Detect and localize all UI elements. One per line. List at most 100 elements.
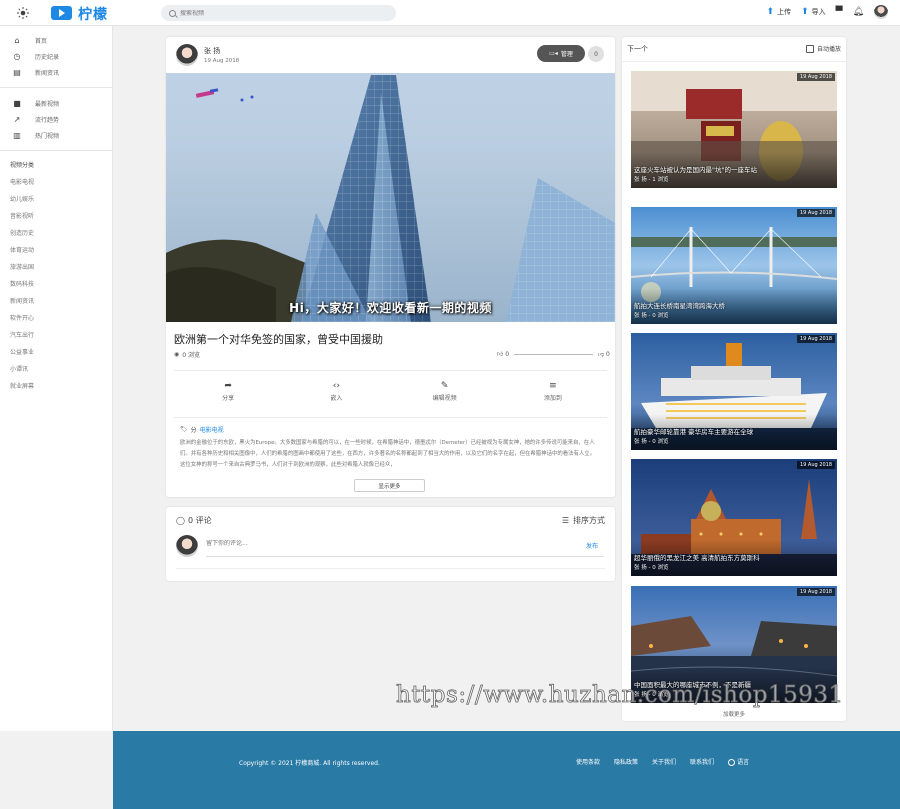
globe-icon (728, 759, 736, 766)
video-thumbnail[interactable]: 19 Aug 2018 航拍大连长桥南星湾湾跨海大桥张 扬 - 0 浏览 (631, 207, 837, 324)
dislike-count: 0 (606, 351, 610, 358)
copyright: Copyright © 2021 柠檬商城. All rights reserv… (239, 760, 380, 767)
footer-link[interactable]: 隐私政策 (614, 757, 638, 766)
category-item[interactable]: 小谭讯 (0, 361, 112, 378)
footer-link[interactable]: 关于我们 (652, 757, 676, 766)
eye-icon: ◉ (174, 351, 180, 358)
autoplay-toggle[interactable]: 自动播放 (805, 44, 841, 53)
search-input[interactable] (180, 9, 380, 17)
messages-icon[interactable]: ▀ (836, 7, 843, 17)
thumbnail-title[interactable]: 航拍大连长桥南星湾湾跨海大桥 (634, 300, 725, 310)
author-name[interactable]: 张 扬 (204, 46, 239, 56)
upload-button[interactable]: ⬆ 上传 (767, 7, 792, 17)
footer-link[interactable]: 联系我们 (690, 757, 714, 766)
tag-icon: 🏷︎ (180, 426, 188, 433)
footer-links: 使用条款 隐私政策 关于我们 联系我们 语言 (576, 757, 749, 766)
action-label: 添加到 (543, 395, 562, 402)
thumbs-up-icon: 👍︎ (497, 351, 504, 358)
thumbnail-date: 19 Aug 2018 (796, 461, 835, 469)
notification-bell-icon[interactable]: 🔔︎ (853, 7, 864, 17)
action-label: 嵌入 (330, 395, 343, 402)
thumbnail-title[interactable]: 航拍豪华邮轮靠港 豪华房车主要游在全球 (634, 426, 753, 436)
author-avatar[interactable] (176, 44, 198, 66)
category-item[interactable]: 就业屏幕 (0, 378, 112, 395)
category-title: 视频分类 (10, 162, 35, 169)
thumbs-down-icon: 👎︎ (598, 351, 605, 358)
load-more-button[interactable]: 加载更多 (622, 710, 846, 718)
category-item[interactable]: 新闻资讯 (0, 293, 112, 310)
watermark: https://www.huzhan.com/ishop15931 (396, 682, 844, 709)
news-icon: ▤ (13, 67, 21, 77)
category-item[interactable]: 电影电视 (0, 174, 112, 191)
up-next-title: 下一个 (627, 45, 648, 53)
action-button[interactable]: ≡ 添加到 (508, 381, 598, 402)
view-count: ◉ 0 浏览 (174, 350, 200, 359)
sidebar-item[interactable]: ▥ 热门视频 (0, 127, 112, 143)
category-item[interactable]: 旅游出国 (0, 259, 112, 276)
thumbnail-meta: 张 扬 - 0 浏览 (634, 313, 669, 319)
dislike-button[interactable]: 👎︎ 0 (598, 350, 610, 358)
sort-button[interactable]: ☰ 排序方式 (562, 515, 605, 526)
category-item[interactable]: 幼儿娱乐 (0, 191, 112, 208)
sidebar-item[interactable]: ▤ 新闻资讯 (0, 64, 112, 80)
author-block[interactable]: 张 扬 19 Aug 2018 (176, 44, 239, 66)
video-tags: 🏷︎ 分 电影电视 (180, 425, 224, 434)
category-item[interactable]: 汽车出行 (0, 327, 112, 344)
history-icon: ◷ (13, 51, 21, 61)
up-next-panel: 下一个 自动播放 19 Aug 2018 这座火车站被认为是国内最"坑"的一座车站… (622, 37, 846, 721)
playlist-add-icon: ≡ (549, 381, 557, 391)
manage-button[interactable]: ▭◂ 管理 (537, 45, 585, 62)
import-icon: ⬆ (801, 6, 809, 17)
autoplay-checkbox[interactable] (805, 44, 814, 53)
action-button[interactable]: ‹› 嵌入 (291, 381, 381, 402)
sidebar-item-label: 最新视频 (35, 100, 60, 108)
video-icon: ■ (13, 98, 21, 108)
search-icon[interactable] (169, 9, 176, 17)
show-more-button[interactable]: 显示更多 (354, 479, 425, 492)
embed-icon: ‹› (332, 381, 340, 391)
thumbnail-date: 19 Aug 2018 (796, 73, 835, 81)
category-item[interactable]: 体育运动 (0, 242, 112, 259)
divider (174, 370, 607, 371)
category-item[interactable]: 软件开心 (0, 310, 112, 327)
comment-count: ◯ 0 评论 (176, 515, 212, 526)
tag-link[interactable]: 电影电视 (200, 425, 224, 434)
video-title: 欧洲第一个对华免签的国家，曾受中国援助 (174, 333, 383, 346)
logo-play-icon[interactable] (51, 6, 72, 20)
language-label: 语言 (737, 759, 750, 766)
category-item[interactable]: 数码科技 (0, 276, 112, 293)
category-item[interactable]: 公益事业 (0, 344, 112, 361)
edit-icon: ✎ (440, 381, 449, 391)
thumbnail-title[interactable]: 这座火车站被认为是国内最"坑"的一座车站 (634, 164, 757, 174)
theme-toggle-icon[interactable] (17, 7, 29, 19)
video-thumbnail[interactable]: 19 Aug 2018 超华丽俄的黑龙江之美 高清航拍东方莫斯科张 扬 - 0 浏… (631, 459, 837, 576)
thumbnail-meta: 张 扬 - 0 浏览 (634, 565, 669, 571)
brand-name[interactable]: 柠檬 (78, 4, 108, 24)
like-button[interactable]: 👍︎ 0 (497, 350, 509, 358)
thumbnail-date: 19 Aug 2018 (796, 335, 835, 343)
sidebar-divider (0, 87, 112, 88)
footer-link[interactable]: 使用条款 (576, 757, 600, 766)
user-avatar[interactable] (874, 5, 888, 19)
action-button[interactable]: ✎ 编辑视频 (400, 381, 490, 402)
comment-send-button[interactable]: 发布 (586, 541, 598, 550)
category-item[interactable]: 创造历史 (0, 225, 112, 242)
video-thumbnail[interactable]: 19 Aug 2018 航拍豪华邮轮靠港 豪华房车主要游在全球张 扬 - 0 浏览 (631, 333, 837, 450)
search-bar[interactable] (161, 5, 396, 21)
video-thumbnail[interactable]: 19 Aug 2018 这座火车站被认为是国内最"坑"的一座车站张 扬 - 1 浏… (631, 71, 837, 188)
thumbnail-title[interactable]: 超华丽俄的黑龙江之美 高清航拍东方莫斯科 (634, 552, 760, 562)
sidebar-item-label: 流行趋势 (35, 116, 60, 124)
sidebar-item[interactable]: ◷ 历史纪录 (0, 48, 112, 64)
video-frame (166, 73, 615, 322)
sidebar-item[interactable]: ⌂ 首页 (0, 32, 112, 48)
top-bar: 柠檬 ⬆ 上传 ⬆ 导入 ▀ 🔔︎ (0, 0, 900, 26)
sidebar-item[interactable]: ↗ 流行趋势 (0, 111, 112, 127)
sidebar-item[interactable]: ■ 最新视频 (0, 95, 112, 111)
commenter-avatar (176, 535, 198, 557)
action-button[interactable]: ➦ 分享 (183, 381, 273, 402)
video-player[interactable]: Hi，大家好！欢迎收看新一期的视频 (166, 73, 615, 322)
comment-input[interactable] (206, 540, 526, 547)
category-item[interactable]: 音影视听 (0, 208, 112, 225)
language-selector[interactable]: 语言 (728, 757, 749, 766)
import-button[interactable]: ⬆ 导入 (801, 7, 826, 17)
